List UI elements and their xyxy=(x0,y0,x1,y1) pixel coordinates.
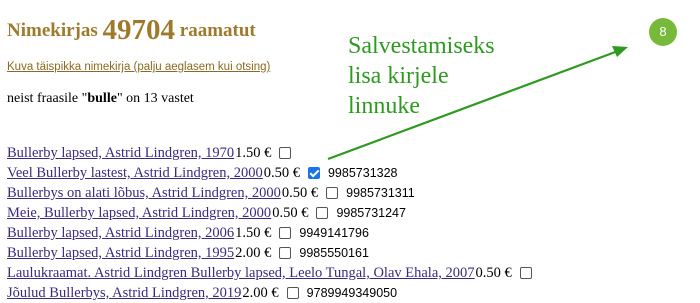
book-price: 0.50 € xyxy=(272,205,309,221)
book-count: 49704 xyxy=(102,14,176,46)
book-link[interactable]: Bullerbys on alati lõbus, Astrid Lindgre… xyxy=(7,183,281,203)
book-isbn: 9985731311 xyxy=(346,186,415,200)
list-item: Bullerby lapsed, Astrid Lindgren, 1970 1.… xyxy=(7,143,532,163)
book-link[interactable]: Bullerby lapsed, Astrid Lindgren, 2006 xyxy=(7,223,234,243)
book-isbn: 9949141796 xyxy=(299,226,369,240)
title-prefix: Nimekirjas xyxy=(7,20,98,41)
hint-line-2: lisa kirjele xyxy=(348,63,449,89)
save-checkbox[interactable] xyxy=(519,267,532,279)
book-link[interactable]: Jõulud Bullerbys, Astrid Lindgren, 2019 xyxy=(7,283,241,303)
book-price: 1.50 € xyxy=(235,225,272,241)
book-price: 0.50 € xyxy=(281,185,319,201)
book-isbn: 9985731328 xyxy=(327,166,398,180)
book-link[interactable]: Bullerby lapsed, Astrid Lindgren, 1970 xyxy=(7,143,234,163)
save-checkbox[interactable] xyxy=(286,287,299,299)
book-link[interactable]: Laulukraamat. Astrid Lindgren Bullerby l… xyxy=(7,263,475,283)
saved-count-badge[interactable]: 8 xyxy=(649,18,677,46)
book-price: 1.50 € xyxy=(235,145,272,161)
book-isbn: 9985731247 xyxy=(336,206,406,220)
title-suffix: raamatut xyxy=(179,20,256,41)
page-title: Nimekirjas 49704 raamatut xyxy=(7,14,256,47)
list-item: Bullerbys on alati lõbus, Astrid Lindgre… xyxy=(7,183,532,203)
search-query: bulle xyxy=(87,91,117,106)
summary-suffix: " on 13 vastet xyxy=(116,91,194,106)
search-summary: neist fraasile "bulle" on 13 vastet xyxy=(7,91,194,107)
save-checkbox[interactable] xyxy=(316,207,329,219)
hint-line-3: linnuke xyxy=(348,93,420,119)
save-checkbox[interactable] xyxy=(279,227,292,239)
full-list-link[interactable]: Kuva täispikka nimekirja (palju aeglasem… xyxy=(7,61,270,73)
book-price: 0.50 € xyxy=(475,265,512,281)
book-link[interactable]: Veel Bullerby lastest, Astrid Lindgren, … xyxy=(7,163,263,183)
list-item: Laulukraamat. Astrid Lindgren Bullerby l… xyxy=(7,263,532,283)
save-checkbox[interactable] xyxy=(326,187,339,199)
list-item: Bullerby lapsed, Astrid Lindgren, 2006 1.… xyxy=(7,223,532,243)
results-list: Bullerby lapsed, Astrid Lindgren, 1970 1.… xyxy=(7,143,532,303)
book-price: 2.00 € xyxy=(242,285,279,301)
save-hint: Salvestamiseks lisa kirjele linnuke xyxy=(348,31,495,121)
save-checkbox[interactable] xyxy=(279,147,292,159)
save-checkbox[interactable] xyxy=(307,167,320,179)
book-price: 0.50 € xyxy=(263,165,300,181)
book-link[interactable]: Bullerby lapsed, Astrid Lindgren, 1995 xyxy=(7,243,234,263)
save-checkbox[interactable] xyxy=(279,247,292,259)
list-item: Veel Bullerby lastest, Astrid Lindgren, … xyxy=(7,163,532,183)
list-item: Bullerby lapsed, Astrid Lindgren, 1995 2.… xyxy=(7,243,532,263)
hint-line-1: Salvestamiseks xyxy=(348,33,495,59)
list-item: Jõulud Bullerbys, Astrid Lindgren, 2019 2… xyxy=(7,283,532,303)
book-link[interactable]: Meie, Bullerby lapsed, Astrid Lindgren, … xyxy=(7,203,271,223)
book-isbn: 9985550161 xyxy=(299,246,369,260)
list-item: Meie, Bullerby lapsed, Astrid Lindgren, … xyxy=(7,203,532,223)
summary-prefix: neist fraasile " xyxy=(7,91,88,106)
book-isbn: 9789949349050 xyxy=(306,286,398,300)
book-price: 2.00 € xyxy=(235,245,272,261)
